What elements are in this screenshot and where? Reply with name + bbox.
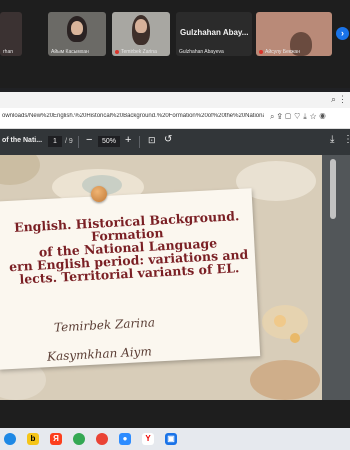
mic-off-icon: [259, 49, 263, 54]
participant-name: Айым Касымхан: [51, 49, 89, 55]
pdf-toolbar: of the Nati... 1 / 9 − 50% + ⊡ ↺ ⤓ ⋮: [0, 129, 350, 155]
mic-off-icon: [115, 49, 119, 54]
heart-icon[interactable]: ♡: [294, 112, 303, 121]
page-total: / 9: [65, 138, 73, 145]
zoom-level-input[interactable]: 50%: [98, 136, 120, 147]
yandex-icon[interactable]: Я: [50, 433, 62, 445]
participant-name: rhan: [3, 49, 14, 55]
meeting-control-band: [0, 400, 350, 428]
participant-name: Айсулу Бекжан: [265, 49, 300, 55]
url-text[interactable]: ownloads/New%20English.%20Historical%20B…: [2, 113, 264, 119]
divider: [139, 136, 140, 148]
flower-decoration: [290, 333, 300, 343]
chrome-icon[interactable]: [96, 433, 108, 445]
more-icon[interactable]: ⋮: [343, 134, 350, 145]
participant-name: Temirbek Zarina: [121, 49, 157, 55]
participant-tile[interactable]: Gulzhahan Abay... Gulzhahan Abayeva: [176, 12, 252, 56]
meet-icon[interactable]: ▣: [165, 433, 177, 445]
chrome-icon[interactable]: [4, 433, 16, 445]
divider: [78, 136, 79, 148]
meeting-participants-strip: rhan Айым Касымхан Temirbek Zarina Gulzh…: [0, 0, 350, 88]
star-icon[interactable]: ☆: [310, 112, 320, 121]
zoom-out-icon[interactable]: −: [86, 134, 92, 146]
menu-icon[interactable]: ⋮: [338, 94, 347, 105]
participant-tile[interactable]: Айым Касымхан: [48, 12, 106, 56]
zoom-in-icon[interactable]: +: [125, 134, 131, 146]
yandex-icon[interactable]: Y: [142, 433, 154, 445]
participant-tile[interactable]: Temirbek Zarina: [112, 12, 170, 56]
share-icon[interactable]: ⇪: [277, 112, 285, 121]
search-icon[interactable]: ⌕: [331, 94, 336, 105]
lock-icon[interactable]: ▢: [285, 112, 294, 121]
chrome-icon[interactable]: [73, 433, 85, 445]
slide-title: English. Historical Background. Formatio…: [0, 208, 258, 287]
fit-page-icon[interactable]: ⊡: [148, 135, 156, 146]
pushpin-icon: [91, 186, 107, 202]
flower-decoration: [274, 315, 286, 327]
paper-scrap: [0, 155, 40, 185]
scrollbar[interactable]: [322, 155, 350, 400]
participant-face: [135, 19, 147, 33]
browser-toolbar: ⌕ ⋮: [0, 92, 350, 108]
participant-name-wrap: Айсулу Бекжан: [259, 49, 300, 55]
download-icon[interactable]: ⤓: [330, 134, 334, 145]
leaf-decoration: [250, 360, 320, 400]
participant-name: Gulzhahan Abayeva: [179, 49, 224, 55]
participant-tile[interactable]: rhan: [0, 12, 22, 56]
participant-face: [71, 21, 83, 35]
zoom-icon[interactable]: ●: [119, 433, 131, 445]
page-number-input[interactable]: 1: [48, 136, 62, 147]
address-bar-icons: ⌕⇪▢♡⤓☆◉: [270, 112, 329, 122]
participant-name-wrap: Temirbek Zarina: [115, 49, 157, 55]
beeline-icon[interactable]: b: [27, 433, 39, 445]
participant-big-name: Gulzhahan Abay...: [180, 28, 249, 37]
profile-icon[interactable]: ◉: [319, 112, 328, 121]
taskbar: b Я ● Y ▣: [0, 428, 350, 450]
pdf-title: of the Nati...: [2, 137, 43, 144]
scrollbar-thumb[interactable]: [330, 159, 336, 219]
chevron-right-icon[interactable]: ›: [336, 27, 349, 40]
address-bar[interactable]: ownloads/New%20English.%20Historical%20B…: [0, 108, 350, 129]
participant-tile[interactable]: Айсулу Бекжан: [256, 12, 332, 56]
rotate-icon[interactable]: ↺: [164, 134, 172, 145]
